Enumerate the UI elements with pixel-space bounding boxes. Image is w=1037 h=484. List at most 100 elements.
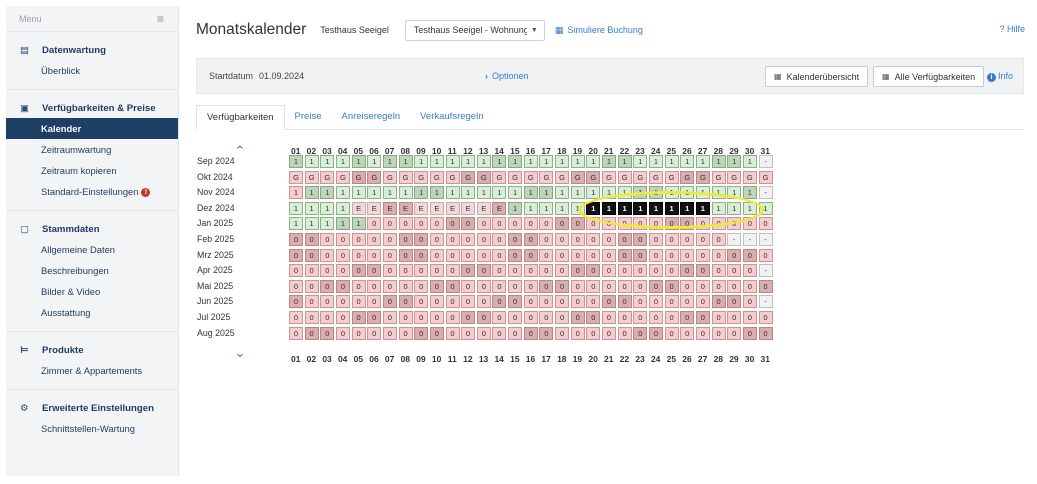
calendar-cell[interactable]: 1 bbox=[742, 186, 757, 200]
calendar-cell[interactable]: G bbox=[586, 170, 601, 184]
calendar-cell[interactable]: 0 bbox=[445, 233, 460, 246]
calendar-cell[interactable]: G bbox=[304, 170, 319, 184]
calendar-cell[interactable]: 0 bbox=[680, 233, 695, 246]
calendar-cell[interactable]: 0 bbox=[429, 279, 444, 293]
calendar-cell[interactable]: 0 bbox=[445, 279, 460, 293]
calendar-cell[interactable]: 0 bbox=[742, 217, 757, 231]
calendar-cell[interactable]: 1 bbox=[758, 201, 773, 215]
calendar-cell[interactable]: 0 bbox=[351, 311, 366, 324]
calendar-cell[interactable]: 0 bbox=[429, 264, 444, 278]
calendar-cell[interactable]: 0 bbox=[586, 326, 601, 340]
sidebar-section-title[interactable]: ▤ Datenwartung bbox=[6, 40, 178, 60]
calendar-cell[interactable]: 0 bbox=[617, 248, 632, 262]
calendar-cell[interactable]: 0 bbox=[367, 311, 382, 324]
calendar-cell[interactable]: 0 bbox=[648, 264, 663, 278]
calendar-cell[interactable]: 0 bbox=[555, 233, 570, 246]
calendar-cell[interactable]: 1 bbox=[555, 186, 570, 200]
calendar-cell[interactable]: 0 bbox=[695, 295, 710, 309]
calendar-cell[interactable]: 0 bbox=[633, 217, 648, 231]
calendar-cell[interactable]: 0 bbox=[476, 264, 491, 278]
calendar-cell[interactable]: 1 bbox=[461, 155, 476, 168]
calendar-cell[interactable]: G bbox=[445, 170, 460, 184]
calendar-cell[interactable]: 0 bbox=[508, 248, 523, 262]
calendar-cell[interactable]: 0 bbox=[539, 279, 554, 293]
calendar-cell[interactable]: 0 bbox=[695, 248, 710, 262]
sidebar-item[interactable]: Zeitraumwartung bbox=[6, 139, 178, 160]
calendar-cell[interactable]: 0 bbox=[664, 311, 679, 324]
calendar-cell[interactable]: 0 bbox=[742, 264, 757, 278]
calendar-cell[interactable]: 0 bbox=[742, 248, 757, 262]
calendar-cell[interactable]: 0 bbox=[382, 233, 397, 246]
calendar-cell[interactable]: G bbox=[508, 170, 523, 184]
calendar-cell[interactable]: 1 bbox=[351, 155, 366, 168]
calendar-cell[interactable]: 0 bbox=[680, 264, 695, 278]
calendar-cell[interactable]: 0 bbox=[492, 279, 507, 293]
tab[interactable]: Verfügbarkeiten bbox=[196, 105, 285, 130]
calendar-cell[interactable]: 0 bbox=[648, 248, 663, 262]
calendar-cell[interactable]: 0 bbox=[320, 311, 335, 324]
calendar-cell[interactable]: 0 bbox=[680, 279, 695, 293]
calendar-cell[interactable]: 1 bbox=[320, 217, 335, 231]
sidebar-item[interactable]: Schnittstellen-Wartung bbox=[6, 418, 178, 439]
calendar-cell[interactable]: 0 bbox=[727, 217, 742, 231]
chevron-down-icon[interactable]: ⌄ bbox=[230, 345, 250, 361]
calendar-cell[interactable]: - bbox=[758, 186, 773, 200]
calendar-cell[interactable]: E bbox=[398, 201, 413, 215]
calendar-cell[interactable]: 0 bbox=[586, 311, 601, 324]
calendar-cell[interactable]: 0 bbox=[414, 326, 429, 340]
calendar-cell[interactable]: 1 bbox=[523, 201, 538, 215]
calendar-cell[interactable]: 1 bbox=[382, 155, 397, 168]
calendar-cell[interactable]: 1 bbox=[289, 186, 303, 200]
calendar-cell[interactable]: 1 bbox=[320, 201, 335, 215]
calendar-cell[interactable]: 0 bbox=[289, 326, 303, 340]
calendar-cell[interactable]: 1 bbox=[508, 201, 523, 215]
calendar-cell[interactable]: 1 bbox=[570, 155, 585, 168]
calendar-cell[interactable]: 0 bbox=[742, 295, 757, 309]
calendar-cell[interactable]: 1 bbox=[727, 186, 742, 200]
calendar-cell[interactable]: 0 bbox=[570, 264, 585, 278]
calendar-cell[interactable]: 0 bbox=[304, 326, 319, 340]
calendar-cell[interactable]: 0 bbox=[695, 326, 710, 340]
calendar-cell[interactable]: 1 bbox=[523, 186, 538, 200]
sidebar-item[interactable]: Ausstattung bbox=[6, 302, 178, 323]
calendar-cell[interactable]: 0 bbox=[758, 311, 773, 324]
calendar-cell[interactable]: 0 bbox=[398, 248, 413, 262]
calendar-cell[interactable]: 0 bbox=[664, 264, 679, 278]
calendar-cell[interactable]: 0 bbox=[476, 326, 491, 340]
calendar-cell[interactable]: 0 bbox=[555, 264, 570, 278]
calendar-cell[interactable]: 0 bbox=[523, 295, 538, 309]
all-availabilities-button[interactable]: ▦ Alle Verfügbarkeiten bbox=[873, 66, 985, 87]
calendar-cell[interactable]: G bbox=[351, 170, 366, 184]
calendar-cell[interactable]: 0 bbox=[398, 233, 413, 246]
calendar-cell[interactable]: G bbox=[555, 170, 570, 184]
calendar-cell[interactable]: G bbox=[680, 170, 695, 184]
calendar-cell[interactable]: 0 bbox=[382, 264, 397, 278]
calendar-cell[interactable]: 0 bbox=[429, 326, 444, 340]
calendar-cell[interactable]: 1 bbox=[320, 155, 335, 168]
calendar-cell[interactable]: 1 bbox=[617, 201, 632, 215]
calendar-cell[interactable]: 0 bbox=[602, 217, 616, 231]
calendar-cell[interactable]: 0 bbox=[648, 295, 663, 309]
calendar-cell[interactable]: 0 bbox=[335, 248, 350, 262]
calendar-cell[interactable]: 0 bbox=[648, 311, 663, 324]
calendar-cell[interactable]: 0 bbox=[367, 326, 382, 340]
calendar-cell[interactable]: 0 bbox=[382, 326, 397, 340]
calendar-cell[interactable]: 0 bbox=[555, 217, 570, 231]
calendar-cell[interactable]: 0 bbox=[586, 217, 601, 231]
calendar-cell[interactable]: 0 bbox=[429, 233, 444, 246]
calendar-cell[interactable]: 0 bbox=[508, 295, 523, 309]
calendar-cell[interactable]: 0 bbox=[570, 233, 585, 246]
sidebar-item[interactable]: Standard-Einstellungen! bbox=[6, 181, 178, 202]
calendar-cell[interactable]: 1 bbox=[570, 201, 585, 215]
calendar-cell[interactable]: 0 bbox=[492, 233, 507, 246]
calendar-overview-button[interactable]: ▦ Kalenderübersicht bbox=[765, 66, 869, 87]
calendar-cell[interactable]: 1 bbox=[539, 155, 554, 168]
calendar-cell[interactable]: 0 bbox=[461, 217, 476, 231]
calendar-cell[interactable]: 0 bbox=[382, 217, 397, 231]
sidebar-item[interactable]: Überblick bbox=[6, 60, 178, 81]
calendar-cell[interactable]: 0 bbox=[508, 233, 523, 246]
calendar-cell[interactable]: 1 bbox=[680, 186, 695, 200]
calendar-cell[interactable]: 0 bbox=[289, 248, 303, 262]
calendar-cell[interactable]: 0 bbox=[555, 311, 570, 324]
calendar-cell[interactable]: 1 bbox=[492, 186, 507, 200]
